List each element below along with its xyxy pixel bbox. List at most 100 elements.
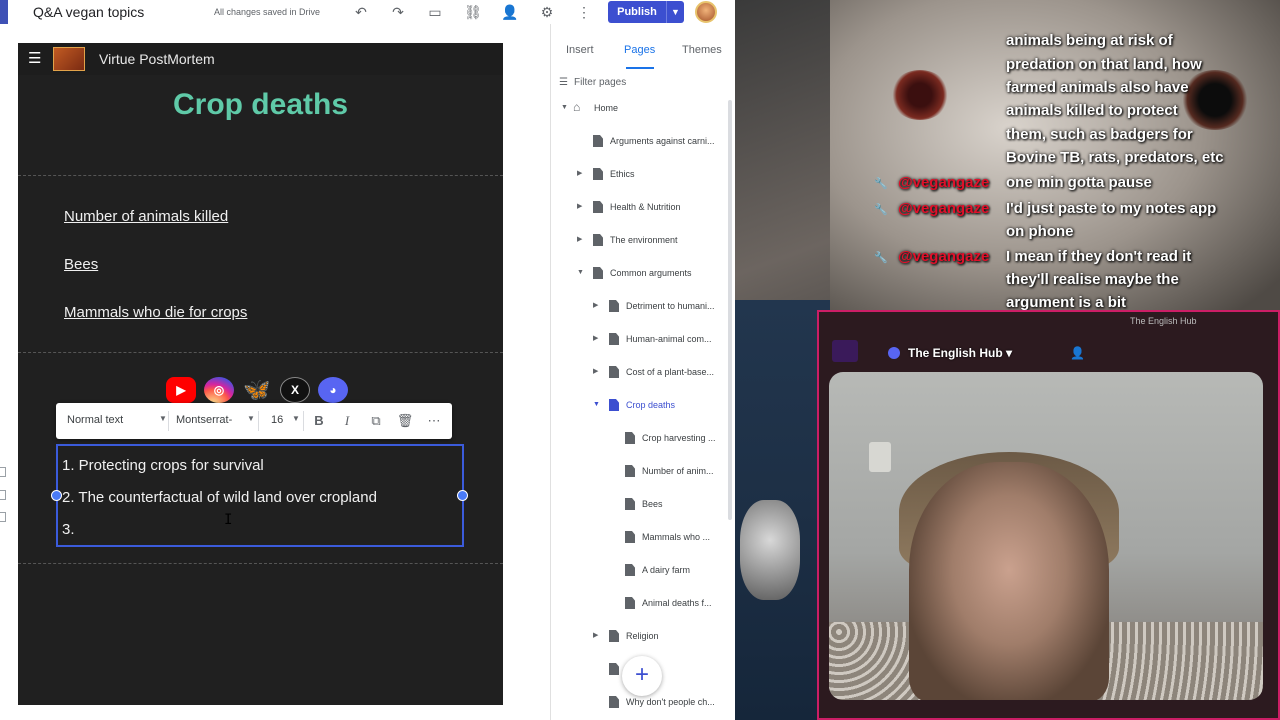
page-tree-item[interactable]: Religion	[626, 628, 659, 644]
font-select[interactable]: Montserrat-	[176, 414, 232, 426]
page-tree-item[interactable]: Health & Nutrition	[610, 199, 681, 215]
page-tree-item[interactable]: Home	[594, 100, 618, 116]
gutter-icon[interactable]	[0, 467, 6, 477]
list-item[interactable]: 1. Protecting crops for survival	[62, 457, 264, 474]
gutter-icon[interactable]	[0, 512, 6, 522]
active-tab-indicator	[626, 67, 654, 69]
menu-icon[interactable]: ☰	[28, 51, 41, 67]
page-tree-item[interactable]: Why don't people ch...	[626, 694, 715, 710]
add-page-button[interactable]: +	[622, 656, 662, 696]
chat-message: animals killed to protect	[1006, 102, 1178, 119]
preview-icon[interactable]: ▭	[426, 3, 444, 21]
page-tree-item[interactable]: Detriment to humani...	[626, 298, 715, 314]
chevron-down-icon[interactable]: ▼	[159, 414, 167, 423]
page-title[interactable]: Crop deaths	[18, 88, 503, 122]
pages-panel: Insert Pages Themes ☰ Filter pages ▼ ⌂ Home…	[550, 24, 735, 720]
x-icon[interactable]: X	[280, 377, 310, 403]
italic-button[interactable]: I	[338, 412, 356, 430]
gear-icon[interactable]: ⚙	[538, 3, 556, 21]
collapse-chevron-icon[interactable]: ▼	[593, 397, 600, 413]
chevron-down-icon[interactable]: ▼	[292, 414, 300, 423]
link-number-of-animals-killed[interactable]: Number of animals killed	[64, 208, 228, 225]
collapse-chevron-icon[interactable]: ▼	[577, 265, 584, 281]
divider	[303, 411, 304, 431]
expand-chevron-icon[interactable]: ▶	[593, 331, 598, 347]
account-avatar[interactable]	[695, 1, 717, 23]
chat-message: I mean if they don't read it	[1006, 248, 1192, 265]
delete-icon[interactable]: 🗑	[396, 412, 414, 430]
chevron-down-icon[interactable]: ▼	[247, 414, 255, 423]
discord-channel-label: The English Hub	[908, 346, 1003, 360]
expand-chevron-icon[interactable]: ▶	[593, 364, 598, 380]
expand-chevron-icon[interactable]: ▶	[593, 298, 598, 314]
page-icon	[625, 465, 635, 477]
chat-username[interactable]: @vegangaze	[898, 248, 989, 265]
site-header: ☰ Virtue PostMortem	[18, 43, 503, 75]
site-preview: ☰ Virtue PostMortem Crop deaths Number o…	[18, 43, 503, 705]
youtube-icon[interactable]: ▶	[166, 377, 196, 403]
bluesky-icon[interactable]: 🦋	[242, 377, 272, 403]
sites-app-icon[interactable]	[0, 0, 8, 24]
collapse-chevron-icon[interactable]: ▼	[561, 100, 568, 116]
save-status: All changes saved in Drive	[214, 7, 321, 17]
font-size-select[interactable]: 16	[271, 414, 283, 426]
page-tree-item[interactable]: Ethics	[610, 166, 635, 182]
page-tree-item[interactable]: Human-animal com...	[626, 331, 712, 347]
more-vert-icon[interactable]: ⋮	[575, 3, 593, 21]
resize-handle-left[interactable]	[51, 490, 62, 501]
streamer	[909, 462, 1109, 700]
moderator-badge-icon: 🔧	[874, 204, 888, 216]
tab-pages[interactable]: Pages	[624, 44, 655, 56]
page-tree-item[interactable]: Animal deaths f...	[642, 595, 712, 611]
cow-eye	[1180, 70, 1250, 130]
gutter-icon[interactable]	[0, 490, 6, 500]
divider	[258, 411, 259, 431]
instagram-icon[interactable]: ◎	[204, 377, 234, 403]
bold-button[interactable]: B	[310, 412, 328, 430]
paragraph-style-select[interactable]: Normal text	[67, 414, 123, 426]
resize-handle-right[interactable]	[457, 490, 468, 501]
list-item[interactable]: 3.	[62, 521, 75, 538]
cow-eye	[890, 70, 950, 120]
filter-pages-field[interactable]: ☰ Filter pages	[559, 77, 626, 88]
page-tree-item[interactable]: Mammals who ...	[642, 529, 710, 545]
tab-insert[interactable]: Insert	[566, 44, 594, 56]
page-tree-item[interactable]: Arguments against carni...	[610, 133, 715, 149]
expand-chevron-icon[interactable]: ▶	[577, 232, 582, 248]
publish-button[interactable]: Publish	[608, 1, 666, 23]
expand-chevron-icon[interactable]: ▶	[577, 199, 582, 215]
add-person-icon[interactable]: 👤	[501, 3, 519, 21]
page-tree-item[interactable]: Cost of a plant-base...	[626, 364, 714, 380]
page-icon	[593, 267, 603, 279]
chat-username[interactable]: @vegangaze	[898, 200, 989, 217]
page-tree-item[interactable]: Bees	[642, 496, 663, 512]
page-tree-item[interactable]: Number of anim...	[642, 463, 714, 479]
link-bees[interactable]: Bees	[64, 256, 98, 273]
page-tree-item[interactable]: Common arguments	[610, 265, 692, 281]
more-horiz-icon[interactable]: ⋯	[425, 412, 443, 430]
tab-themes[interactable]: Themes	[682, 44, 722, 56]
document-title[interactable]: Q&A vegan topics	[33, 4, 144, 20]
copy-icon[interactable]: ⧉	[367, 412, 385, 430]
undo-icon[interactable]: ↶	[352, 3, 370, 21]
page-tree-item[interactable]: A dairy farm	[642, 562, 690, 578]
redo-icon[interactable]: ↷	[389, 3, 407, 21]
chat-message: farmed animals also have	[1006, 79, 1189, 96]
page-tree-item[interactable]: The environment	[610, 232, 678, 248]
page-tree-item[interactable]: Crop deaths	[626, 397, 675, 413]
add-user-icon[interactable]: 👤	[1070, 346, 1085, 360]
expand-chevron-icon[interactable]: ▶	[577, 166, 582, 182]
chat-username[interactable]: @vegangaze	[898, 174, 989, 191]
moderator-badge-icon: 🔧	[874, 178, 888, 190]
page-tree-item[interactable]: Crop harvesting ...	[642, 430, 716, 446]
expand-chevron-icon[interactable]: ▶	[593, 628, 598, 644]
discord-channel-name[interactable]: The English Hub ▾	[908, 346, 1012, 360]
selected-text-box[interactable]: 1. Protecting crops for survival 2. The …	[56, 444, 464, 547]
panel-scrollbar[interactable]	[728, 100, 732, 520]
discord-icon[interactable]: ◕	[318, 377, 348, 403]
link-mammals-who-die-for-crops[interactable]: Mammals who die for crops	[64, 304, 247, 321]
link-icon[interactable]: ⛓	[464, 3, 482, 21]
site-name[interactable]: Virtue PostMortem	[99, 51, 215, 67]
publish-dropdown-button[interactable]: ▼	[666, 1, 684, 23]
list-item[interactable]: 2. The counterfactual of wild land over …	[62, 489, 377, 506]
